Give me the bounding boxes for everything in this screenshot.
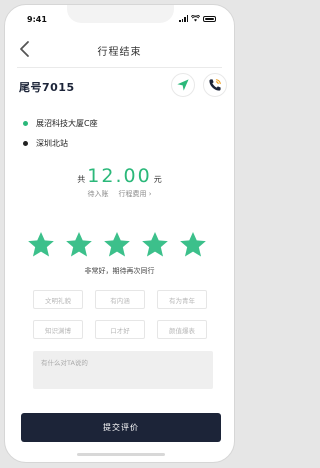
- submit-review-button[interactable]: 提交评价: [21, 413, 221, 442]
- tag-button[interactable]: 有为青年: [157, 290, 207, 309]
- route-info: 展沼科技大厦C座 深圳北站: [23, 113, 98, 153]
- phone-frame: 9:41 行程结束 尾号7015 展沼科技大厦C座 深圳北站 共 12.00 元…: [4, 4, 235, 463]
- signal-icon: [179, 15, 188, 22]
- star-rating: [27, 231, 207, 258]
- fare-prefix: 共: [77, 175, 86, 184]
- fare-unit: 元: [153, 175, 162, 184]
- comment-tags: 文明礼貌 有内涵 有为青年 知识渊博 口才好 颜值爆表: [33, 290, 213, 339]
- navigate-button[interactable]: [171, 73, 195, 97]
- comment-input[interactable]: [33, 351, 213, 389]
- header-divider: [17, 67, 222, 68]
- nav-bar: 行程结束: [5, 37, 234, 65]
- route-end: 深圳北站: [23, 133, 98, 153]
- end-dot-icon: [23, 140, 28, 146]
- fare-detail-link[interactable]: 行程费用 ›: [118, 189, 151, 199]
- fare-summary: 共 12.00 元 待入账 行程费用 ›: [5, 165, 234, 199]
- star-icon[interactable]: [103, 231, 131, 258]
- fare-subline: 待入账 行程费用 ›: [5, 189, 234, 199]
- page-title: 行程结束: [97, 47, 142, 58]
- route-start: 展沼科技大厦C座: [23, 113, 98, 133]
- navigation-arrow-icon: [177, 79, 189, 91]
- tag-button[interactable]: 有内涵: [95, 290, 145, 309]
- tag-button[interactable]: 口才好: [95, 320, 145, 339]
- star-icon[interactable]: [65, 231, 93, 258]
- star-icon[interactable]: [141, 231, 169, 258]
- start-dot-icon: [23, 120, 28, 126]
- fare-pending-label: 待入账: [87, 190, 109, 198]
- battery-icon: [203, 15, 216, 22]
- home-indicator: [77, 453, 165, 456]
- tag-button[interactable]: 知识渊博: [33, 320, 83, 339]
- start-address: 展沼科技大厦C座: [36, 118, 98, 128]
- star-icon[interactable]: [179, 231, 207, 258]
- star-icon[interactable]: [27, 231, 55, 258]
- fare-detail-label: 行程费用: [118, 190, 147, 198]
- status-bar: 9:41: [5, 5, 234, 31]
- device-notch: [67, 5, 174, 23]
- call-driver-button[interactable]: [203, 73, 227, 97]
- end-address: 深圳北站: [36, 138, 68, 148]
- status-time: 9:41: [27, 15, 47, 24]
- tag-button[interactable]: 文明礼貌: [33, 290, 83, 309]
- wifi-icon: [191, 15, 200, 22]
- fare-amount: 12.00: [87, 165, 152, 187]
- phone-call-icon: [209, 79, 221, 91]
- tag-button[interactable]: 颜值爆表: [157, 320, 207, 339]
- status-icons: [179, 15, 216, 22]
- license-plate: 尾号7015: [19, 81, 75, 94]
- rating-text: 非常好，期待再次同行: [84, 267, 155, 275]
- fare-line: 共 12.00 元: [5, 165, 234, 187]
- chevron-right-icon: ›: [148, 190, 152, 198]
